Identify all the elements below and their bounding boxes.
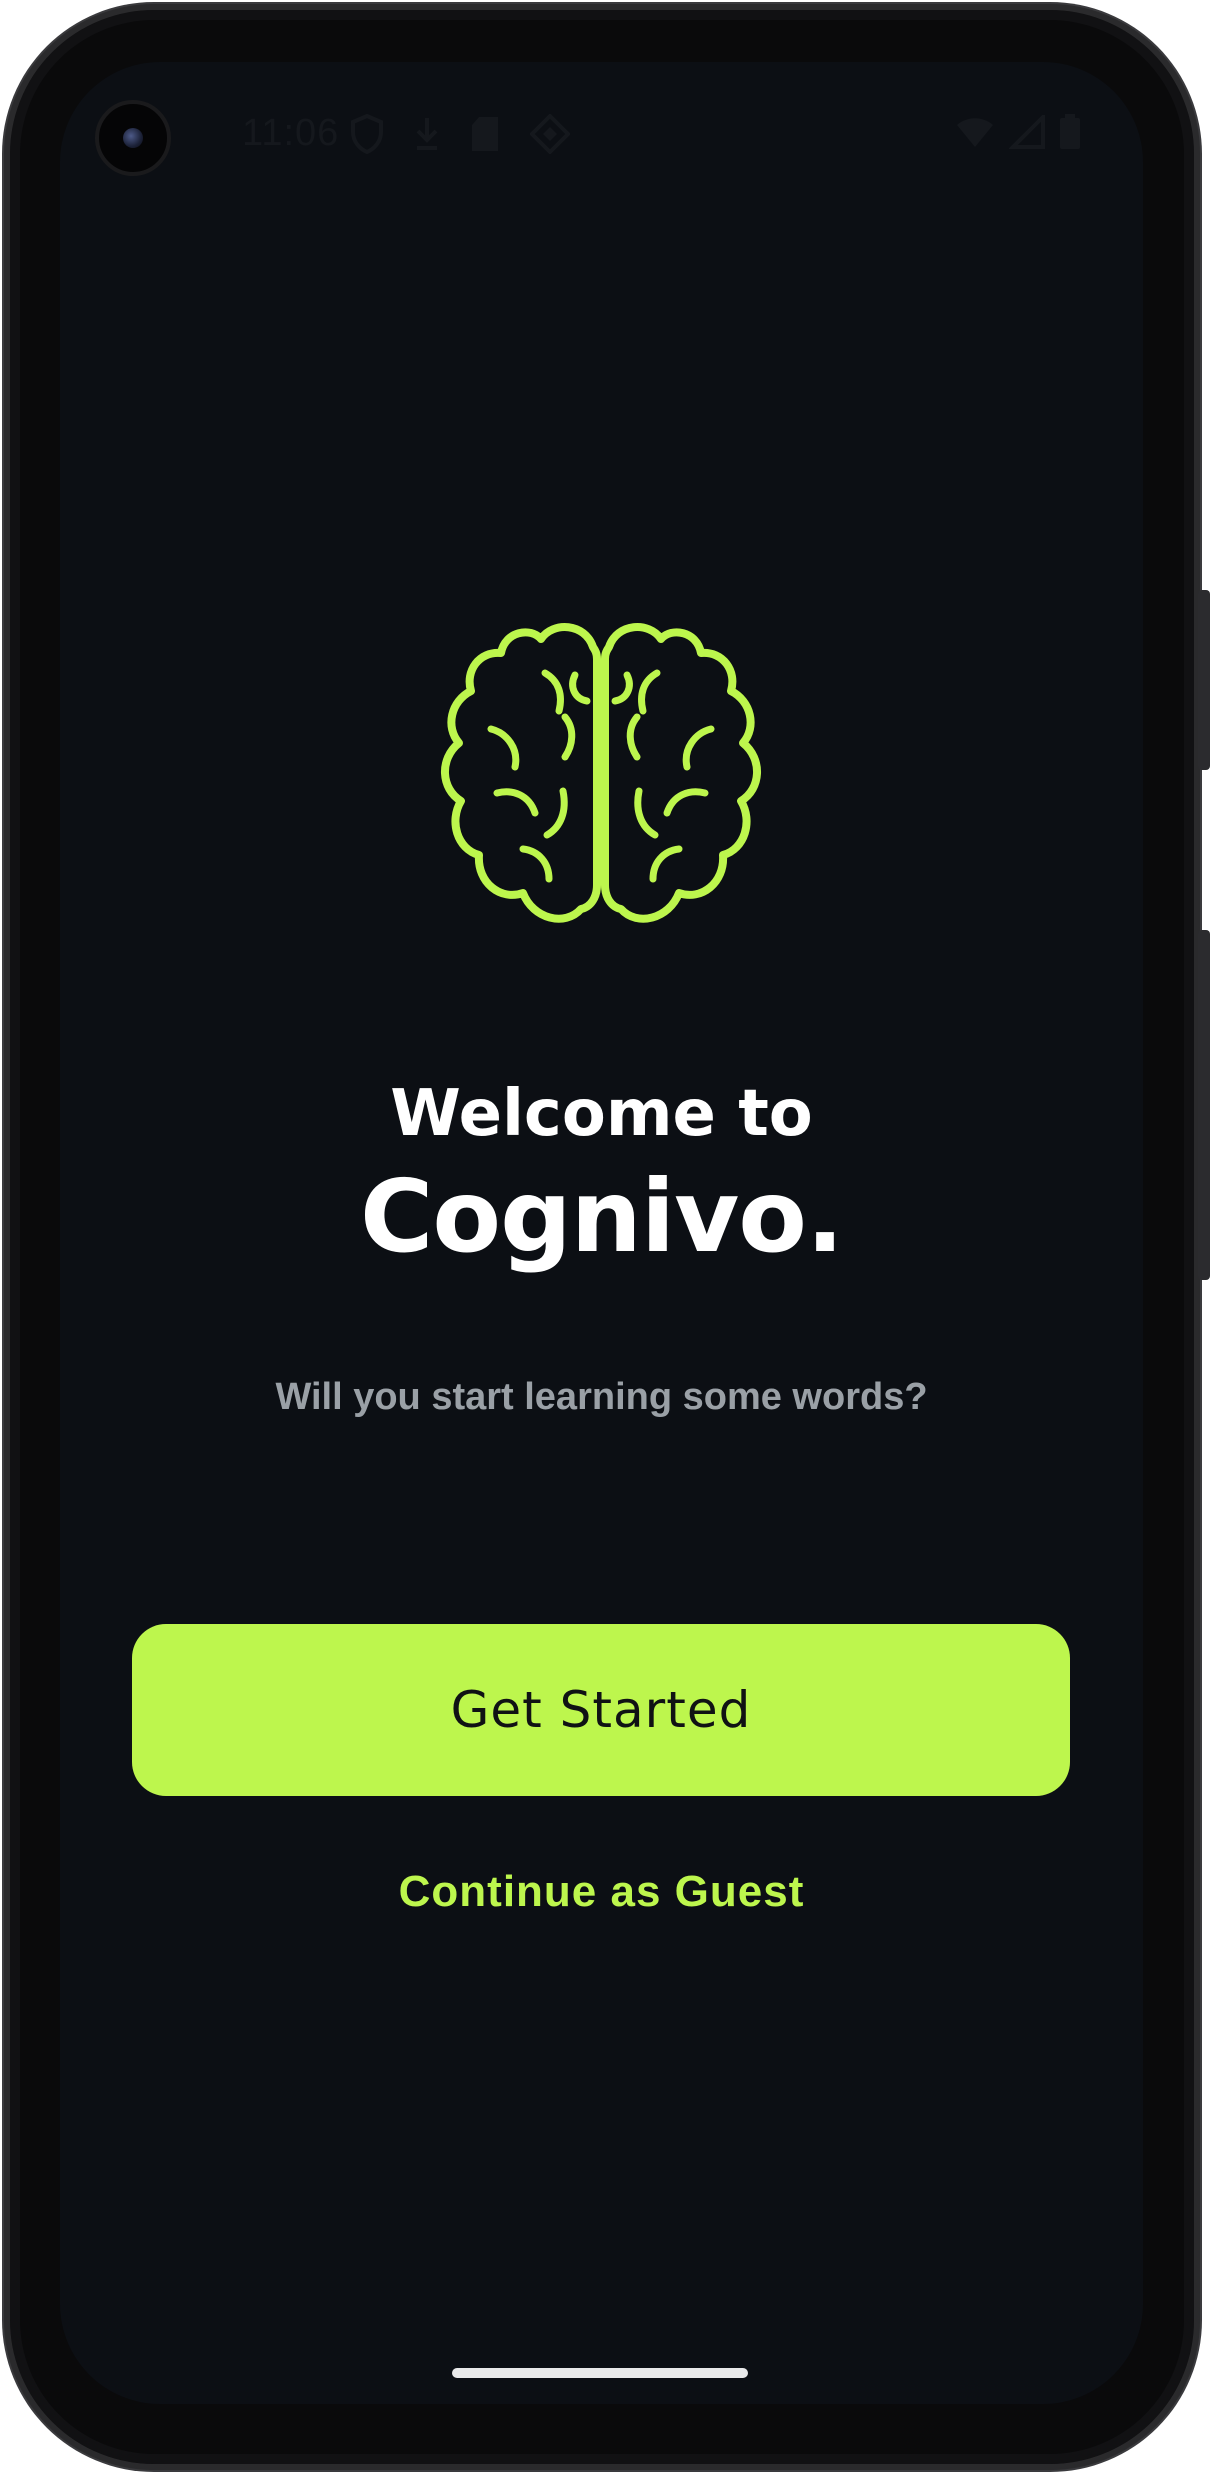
power-button (1198, 590, 1210, 770)
volume-button (1198, 930, 1210, 1280)
status-notification-icons (350, 114, 570, 154)
front-camera (95, 100, 171, 176)
status-bar: 11:06 (60, 62, 1143, 207)
wifi-icon (955, 115, 995, 149)
app-name-title: Cognivo. (359, 1158, 844, 1275)
home-indicator[interactable] (452, 2368, 748, 2378)
subtitle-text: Will you start learning some words? (275, 1376, 928, 1418)
status-time: 11:06 (242, 112, 340, 154)
get-started-button[interactable]: Get Started (132, 1624, 1070, 1796)
sd-card-icon (470, 115, 500, 153)
download-icon (414, 116, 440, 152)
battery-icon (1059, 114, 1081, 150)
brain-icon (435, 617, 767, 947)
signal-icon (1009, 115, 1045, 149)
shield-icon (350, 114, 384, 154)
app-screen: 11:06 Welcome to Cognivo. Will you start… (60, 62, 1143, 2404)
continue-as-guest-link[interactable]: Continue as Guest (60, 1867, 1143, 1917)
sync-diamond-icon (530, 114, 570, 154)
status-system-icons (955, 114, 1081, 150)
welcome-heading: Welcome to (390, 1077, 813, 1151)
